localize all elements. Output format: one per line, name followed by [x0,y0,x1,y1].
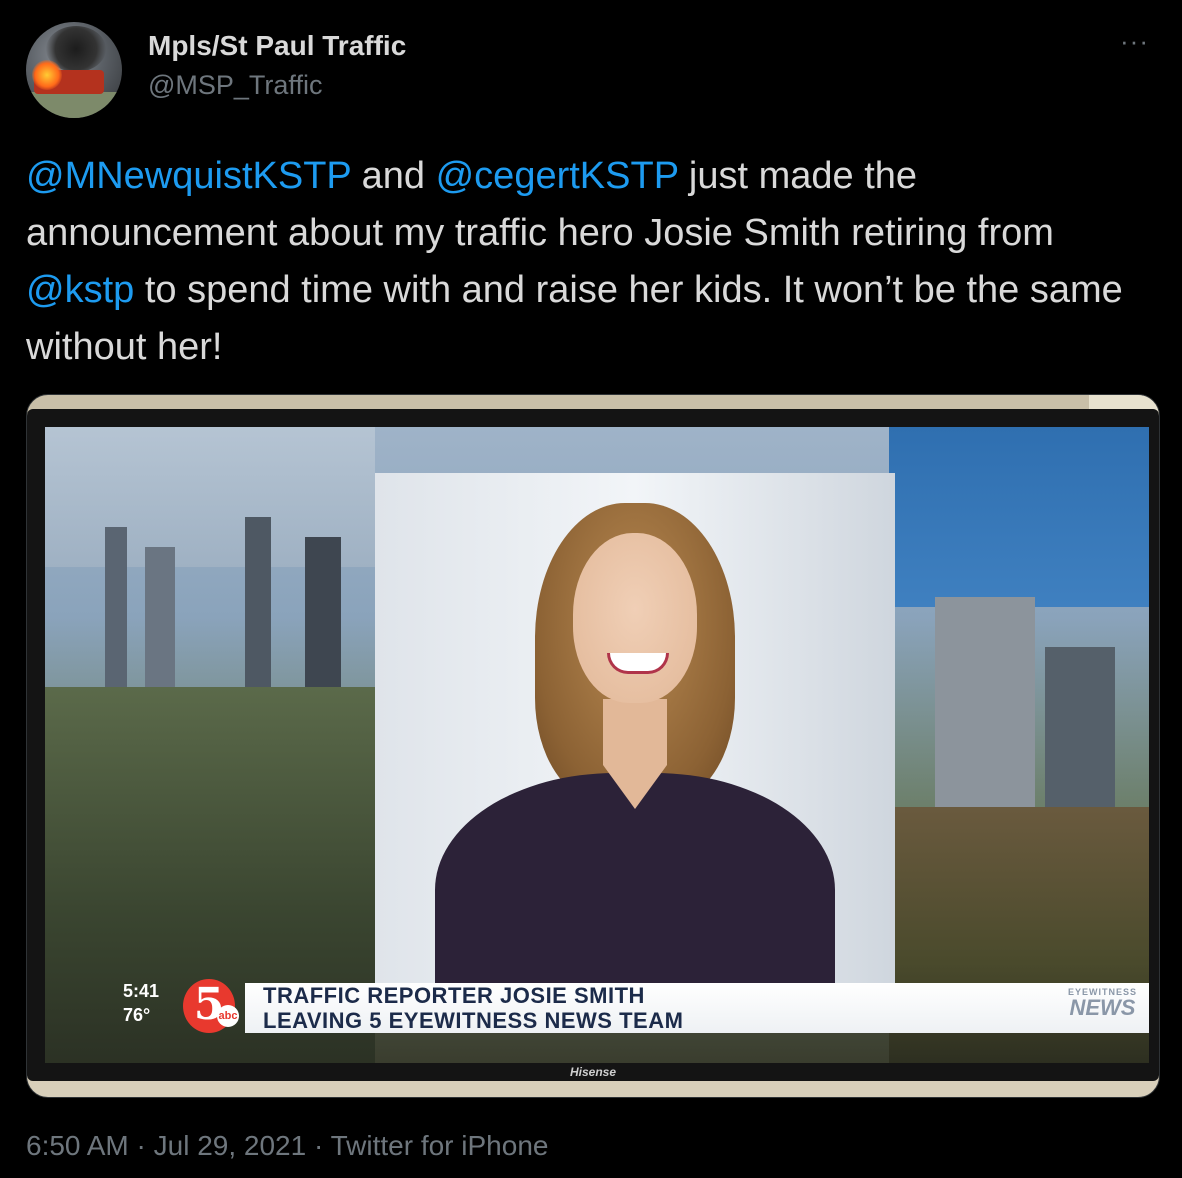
author-handle[interactable]: @MSP_Traffic [148,70,322,101]
tweet-text-segment: and [351,155,436,197]
headline-line-2: LEAVING 5 EYEWITNESS NEWS TEAM [263,1008,684,1033]
building [105,527,127,707]
tv-time: 5:41 [123,981,160,1001]
tweet-time[interactable]: 6:50 AM [26,1130,129,1161]
headline-line-1: TRAFFIC REPORTER JOSIE SMITH [263,983,645,1008]
building [145,547,175,707]
avatar-fire [32,60,62,90]
meta-separator: · [128,1130,154,1161]
eyewitness-news-badge: EYEWITNESS NEWS [1068,987,1137,1019]
tv-temperature: 76° [123,1005,151,1025]
mention-link[interactable]: @cegertKSTP [436,155,679,197]
building [935,597,1035,837]
mention-link[interactable]: @MNewquistKSTP [26,155,351,197]
avatar-road [26,92,122,118]
reporter-face [573,533,697,703]
station-logo-icon: 5 abc [183,979,239,1033]
news-lower-third: 5:41 76° 5 abc TRAFFIC REPORTER JOSIE SM… [45,979,1149,1039]
meta-separator: · [306,1130,331,1161]
author-display-name[interactable]: Mpls/St Paul Traffic [148,30,406,62]
badge-bottom: NEWS [1069,995,1136,1020]
network-logo: abc [217,1005,239,1027]
reporter-photo [375,473,895,987]
tv-frame: 5:41 76° 5 abc TRAFFIC REPORTER JOSIE SM… [27,409,1159,1081]
author-avatar[interactable] [26,22,122,118]
tweet-text: @MNewquistKSTP and @cegertKSTP just made… [26,148,1156,376]
skyline-right [889,427,1149,607]
tv-clock: 5:41 76° [123,979,159,1027]
news-headline: TRAFFIC REPORTER JOSIE SMITH LEAVING 5 E… [245,983,1149,1033]
tweet-text-segment: to spend time with and raise her kids. I… [26,269,1123,368]
more-icon[interactable]: ··· [1120,26,1149,57]
tweet-media-photo[interactable]: 5:41 76° 5 abc TRAFFIC REPORTER JOSIE SM… [26,394,1160,1098]
tv-brand: Hisense [569,1065,617,1079]
tweet-meta: 6:50 AM · Jul 29, 2021 · Twitter for iPh… [26,1130,548,1162]
tweet-date[interactable]: Jul 29, 2021 [154,1130,307,1161]
mention-link[interactable]: @kstp [26,269,134,311]
tweet-source[interactable]: Twitter for iPhone [331,1130,549,1161]
tv-screen: 5:41 76° 5 abc TRAFFIC REPORTER JOSIE SM… [45,427,1149,1063]
